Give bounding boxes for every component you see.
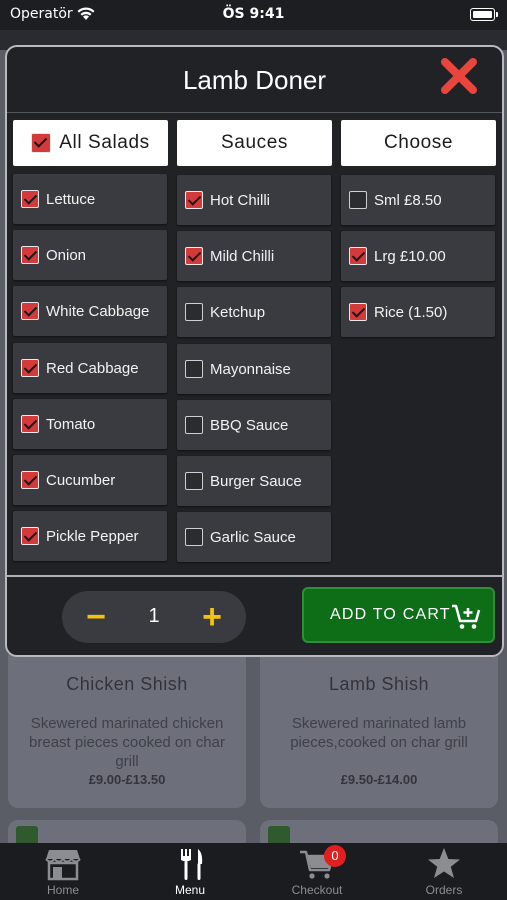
option-checkbox[interactable]	[185, 416, 203, 434]
option-checkbox[interactable]	[21, 359, 39, 377]
column-header-label: All Salads	[59, 132, 150, 153]
menu-card-lamb-shish[interactable]: Lamb Shish Skewered marinated lamb piece…	[260, 648, 498, 808]
add-to-cart-button[interactable]: ADD TO CART	[302, 587, 495, 643]
option-label: Hot Chilli	[210, 191, 271, 209]
menu-card-chicken-shish[interactable]: Chicken Shish Skewered marinated chicken…	[8, 648, 246, 808]
option-checkbox[interactable]	[349, 247, 367, 265]
quantity-stepper: − 1 +	[62, 591, 246, 643]
column-header-label: Choose	[383, 132, 454, 153]
option-checkbox[interactable]	[21, 527, 39, 545]
quantity-value: 1	[148, 605, 160, 627]
tab-label: Menu	[174, 883, 206, 897]
sauce-option-garlic-sauce[interactable]: Garlic Sauce	[177, 512, 331, 562]
option-checkbox[interactable]	[185, 528, 203, 546]
sauces-header: Sauces	[177, 120, 332, 166]
option-checkbox[interactable]	[185, 247, 203, 265]
cart-count-badge: 0	[324, 845, 346, 867]
size-option-small[interactable]: Sml £8.50	[341, 175, 495, 225]
option-checkbox[interactable]	[21, 190, 39, 208]
option-label: Cucumber	[46, 471, 116, 489]
option-label: Mild Chilli	[210, 247, 275, 265]
battery-icon	[470, 8, 498, 21]
option-label: Burger Sauce	[210, 472, 302, 490]
modal-title: Lamb Doner	[182, 65, 327, 95]
option-checkbox[interactable]	[21, 415, 39, 433]
menu-card-price: £9.00-£13.50	[88, 772, 166, 787]
add-to-cart-label: ADD TO CART	[330, 606, 451, 623]
option-checkbox[interactable]	[185, 191, 203, 209]
option-label: White Cabbage	[46, 302, 150, 320]
salad-option-pickle-pepper[interactable]: Pickle Pepper	[13, 511, 167, 561]
option-checkbox[interactable]	[21, 246, 39, 264]
menu-card-title: Lamb Shish	[328, 674, 430, 694]
salad-option-cucumber[interactable]: Cucumber	[13, 455, 167, 505]
sauce-option-mild-chilli[interactable]: Mild Chilli	[177, 231, 331, 281]
decrease-quantity-button[interactable]: −	[70, 591, 122, 643]
tab-label: Home	[46, 883, 79, 897]
option-checkbox[interactable]	[21, 302, 39, 320]
tab-label: Orders	[425, 883, 463, 897]
menu-card-price: £9.50-£14.00	[340, 772, 418, 787]
increase-quantity-button[interactable]: +	[186, 591, 238, 643]
size-option-large[interactable]: Lrg £10.00	[341, 231, 495, 281]
option-label: Lettuce	[46, 190, 96, 208]
option-label: Sml £8.50	[374, 191, 442, 209]
modal-divider	[7, 575, 502, 577]
salad-option-tomato[interactable]: Tomato	[13, 399, 167, 449]
option-label: Ketchup	[210, 303, 266, 321]
option-label: Pickle Pepper	[46, 527, 139, 545]
option-label: Mayonnaise	[210, 360, 291, 378]
star-icon	[428, 848, 460, 878]
sauce-option-bbq-sauce[interactable]: BBQ Sauce	[177, 400, 331, 450]
tab-checkout[interactable]: 0 Checkout	[254, 843, 380, 900]
salad-option-red-cabbage[interactable]: Red Cabbage	[13, 343, 167, 393]
all-salads-toggle[interactable]: All Salads	[13, 120, 168, 166]
option-checkbox[interactable]	[185, 360, 203, 378]
option-checkbox[interactable]	[349, 191, 367, 209]
option-label: Rice (1.50)	[374, 303, 448, 321]
clock: ÖS 9:41	[222, 6, 285, 22]
option-checkbox[interactable]	[185, 472, 203, 490]
store-icon	[45, 850, 81, 881]
sauce-option-ketchup[interactable]: Ketchup	[177, 287, 331, 337]
option-label: Tomato	[46, 415, 96, 433]
menu-card-title: Chicken Shish	[66, 674, 188, 694]
option-label: Garlic Sauce	[210, 528, 296, 546]
option-checkbox[interactable]	[21, 471, 39, 489]
menu-card-description: Skewered marinated lamb pieces,cooked on…	[290, 715, 468, 751]
tab-label: Checkout	[291, 883, 343, 897]
choose-header: Choose	[341, 120, 496, 166]
bottom-tab-bar: Home Menu 0 Checkout Orders	[0, 843, 507, 900]
salad-option-lettuce[interactable]: Lettuce	[13, 174, 167, 224]
item-options-modal: Lamb Doner All Salads Sauces Choose Lett…	[5, 45, 504, 657]
tab-menu[interactable]: Menu	[127, 843, 253, 900]
option-checkbox[interactable]	[185, 303, 203, 321]
tab-orders[interactable]: Orders	[381, 843, 507, 900]
column-header-label: Sauces	[221, 132, 288, 153]
option-label: BBQ Sauce	[210, 416, 289, 434]
menu-card-description: Skewered marinated chicken breast pieces…	[29, 715, 225, 770]
option-label: Onion	[46, 246, 87, 264]
option-label: Lrg £10.00	[374, 247, 446, 265]
modal-header: Lamb Doner	[7, 47, 502, 113]
salad-option-onion[interactable]: Onion	[13, 230, 167, 280]
salad-option-white-cabbage[interactable]: White Cabbage	[13, 286, 167, 336]
option-checkbox[interactable]	[349, 303, 367, 321]
sauce-option-mayonnaise[interactable]: Mayonnaise	[177, 344, 331, 394]
status-bar: Operatör ÖS 9:41	[0, 0, 507, 30]
sauce-option-hot-chilli[interactable]: Hot Chilli	[177, 175, 331, 225]
option-label: Red Cabbage	[46, 359, 139, 377]
close-icon[interactable]	[438, 55, 480, 97]
fork-knife-icon	[181, 849, 203, 880]
extra-option-rice[interactable]: Rice (1.50)	[341, 287, 495, 337]
tab-home[interactable]: Home	[0, 843, 126, 900]
cart-plus-icon	[452, 604, 481, 629]
all-salads-checkbox[interactable]	[31, 133, 52, 153]
sauce-option-burger-sauce[interactable]: Burger Sauce	[177, 456, 331, 506]
